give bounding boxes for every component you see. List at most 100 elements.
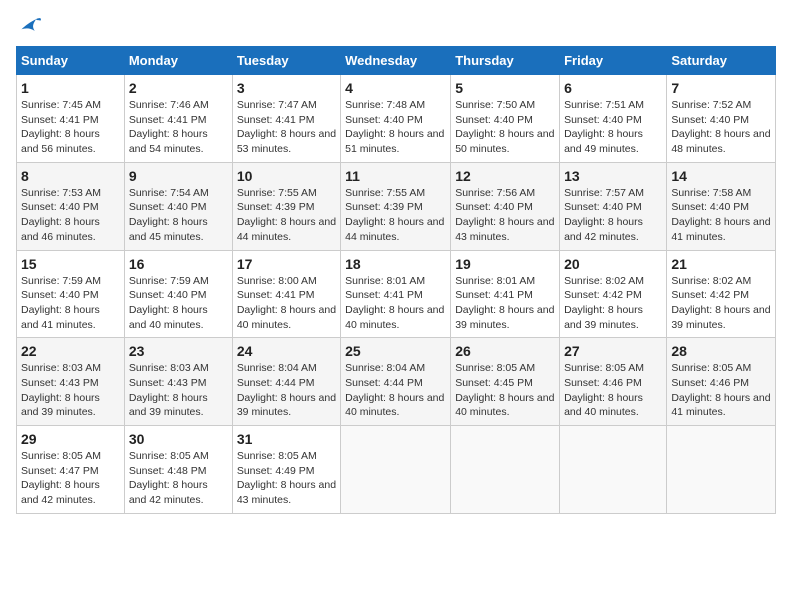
day-number: 10	[237, 168, 336, 184]
day-info: Sunrise: 7:56 AMSunset: 4:40 PMDaylight:…	[455, 186, 555, 245]
day-info: Sunrise: 7:58 AMSunset: 4:40 PMDaylight:…	[671, 186, 771, 245]
calendar-table: SundayMondayTuesdayWednesdayThursdayFrid…	[16, 46, 776, 514]
day-info: Sunrise: 7:46 AMSunset: 4:41 PMDaylight:…	[129, 98, 228, 157]
day-info: Sunrise: 8:05 AMSunset: 4:49 PMDaylight:…	[237, 449, 336, 508]
calendar-week-row: 29 Sunrise: 8:05 AMSunset: 4:47 PMDayligh…	[17, 426, 776, 514]
calendar-cell	[667, 426, 776, 514]
day-number: 29	[21, 431, 120, 447]
day-number: 7	[671, 80, 771, 96]
calendar-cell: 6 Sunrise: 7:51 AMSunset: 4:40 PMDaylight…	[560, 75, 667, 163]
day-number: 16	[129, 256, 228, 272]
day-number: 2	[129, 80, 228, 96]
day-info: Sunrise: 8:05 AMSunset: 4:46 PMDaylight:…	[671, 361, 771, 420]
day-number: 18	[345, 256, 446, 272]
day-number: 25	[345, 343, 446, 359]
day-number: 9	[129, 168, 228, 184]
day-number: 20	[564, 256, 662, 272]
day-header-friday: Friday	[560, 47, 667, 75]
day-number: 3	[237, 80, 336, 96]
day-number: 19	[455, 256, 555, 272]
calendar-cell: 10 Sunrise: 7:55 AMSunset: 4:39 PMDayligh…	[232, 162, 340, 250]
day-number: 5	[455, 80, 555, 96]
calendar-cell: 24Sunrise: 8:04 AMSunset: 4:44 PMDayligh…	[232, 338, 340, 426]
logo	[16, 16, 42, 34]
day-info: Sunrise: 8:04 AMSunset: 4:44 PMDaylight:…	[345, 361, 446, 420]
day-header-thursday: Thursday	[451, 47, 560, 75]
calendar-cell: 26Sunrise: 8:05 AMSunset: 4:45 PMDayligh…	[451, 338, 560, 426]
day-number: 23	[129, 343, 228, 359]
day-number: 24	[237, 343, 336, 359]
logo-bird-icon	[20, 16, 42, 34]
day-info: Sunrise: 7:45 AMSunset: 4:41 PMDaylight:…	[21, 98, 120, 157]
day-header-saturday: Saturday	[667, 47, 776, 75]
day-number: 21	[671, 256, 771, 272]
day-number: 1	[21, 80, 120, 96]
calendar-cell: 2 Sunrise: 7:46 AMSunset: 4:41 PMDaylight…	[124, 75, 232, 163]
calendar-cell: 22 Sunrise: 8:03 AMSunset: 4:43 PMDayligh…	[17, 338, 125, 426]
day-header-wednesday: Wednesday	[341, 47, 451, 75]
calendar-cell: 31Sunrise: 8:05 AMSunset: 4:49 PMDayligh…	[232, 426, 340, 514]
calendar-cell: 30 Sunrise: 8:05 AMSunset: 4:48 PMDayligh…	[124, 426, 232, 514]
day-info: Sunrise: 7:53 AMSunset: 4:40 PMDaylight:…	[21, 186, 120, 245]
calendar-cell: 4Sunrise: 7:48 AMSunset: 4:40 PMDaylight…	[341, 75, 451, 163]
day-info: Sunrise: 7:52 AMSunset: 4:40 PMDaylight:…	[671, 98, 771, 157]
calendar-cell: 16 Sunrise: 7:59 AMSunset: 4:40 PMDayligh…	[124, 250, 232, 338]
day-info: Sunrise: 7:55 AMSunset: 4:39 PMDaylight:…	[345, 186, 446, 245]
day-info: Sunrise: 8:02 AMSunset: 4:42 PMDaylight:…	[564, 274, 662, 333]
day-info: Sunrise: 7:50 AMSunset: 4:40 PMDaylight:…	[455, 98, 555, 157]
calendar-cell: 3 Sunrise: 7:47 AMSunset: 4:41 PMDaylight…	[232, 75, 340, 163]
day-number: 8	[21, 168, 120, 184]
day-number: 28	[671, 343, 771, 359]
calendar-week-row: 15 Sunrise: 7:59 AMSunset: 4:40 PMDayligh…	[17, 250, 776, 338]
day-info: Sunrise: 7:55 AMSunset: 4:39 PMDaylight:…	[237, 186, 336, 245]
calendar-cell: 29 Sunrise: 8:05 AMSunset: 4:47 PMDayligh…	[17, 426, 125, 514]
day-info: Sunrise: 8:03 AMSunset: 4:43 PMDaylight:…	[129, 361, 228, 420]
calendar-cell: 27Sunrise: 8:05 AMSunset: 4:46 PMDayligh…	[560, 338, 667, 426]
calendar-cell: 9 Sunrise: 7:54 AMSunset: 4:40 PMDaylight…	[124, 162, 232, 250]
calendar-week-row: 1 Sunrise: 7:45 AMSunset: 4:41 PMDaylight…	[17, 75, 776, 163]
day-number: 14	[671, 168, 771, 184]
day-info: Sunrise: 7:47 AMSunset: 4:41 PMDaylight:…	[237, 98, 336, 157]
day-number: 22	[21, 343, 120, 359]
day-info: Sunrise: 7:57 AMSunset: 4:40 PMDaylight:…	[564, 186, 662, 245]
page-header	[16, 16, 776, 34]
day-header-sunday: Sunday	[17, 47, 125, 75]
calendar-header-row: SundayMondayTuesdayWednesdayThursdayFrid…	[17, 47, 776, 75]
day-info: Sunrise: 7:48 AMSunset: 4:40 PMDaylight:…	[345, 98, 446, 157]
day-number: 26	[455, 343, 555, 359]
calendar-cell	[341, 426, 451, 514]
calendar-cell: 12 Sunrise: 7:56 AMSunset: 4:40 PMDayligh…	[451, 162, 560, 250]
calendar-cell: 17Sunrise: 8:00 AMSunset: 4:41 PMDayligh…	[232, 250, 340, 338]
calendar-cell: 1 Sunrise: 7:45 AMSunset: 4:41 PMDaylight…	[17, 75, 125, 163]
calendar-cell: 7 Sunrise: 7:52 AMSunset: 4:40 PMDaylight…	[667, 75, 776, 163]
calendar-week-row: 22 Sunrise: 8:03 AMSunset: 4:43 PMDayligh…	[17, 338, 776, 426]
day-number: 17	[237, 256, 336, 272]
day-info: Sunrise: 8:01 AMSunset: 4:41 PMDaylight:…	[455, 274, 555, 333]
day-number: 12	[455, 168, 555, 184]
calendar-cell: 8 Sunrise: 7:53 AMSunset: 4:40 PMDaylight…	[17, 162, 125, 250]
calendar-week-row: 8 Sunrise: 7:53 AMSunset: 4:40 PMDaylight…	[17, 162, 776, 250]
calendar-cell	[451, 426, 560, 514]
day-info: Sunrise: 7:51 AMSunset: 4:40 PMDaylight:…	[564, 98, 662, 157]
day-info: Sunrise: 8:05 AMSunset: 4:47 PMDaylight:…	[21, 449, 120, 508]
calendar-cell: 11 Sunrise: 7:55 AMSunset: 4:39 PMDayligh…	[341, 162, 451, 250]
calendar-cell: 19 Sunrise: 8:01 AMSunset: 4:41 PMDayligh…	[451, 250, 560, 338]
day-info: Sunrise: 7:59 AMSunset: 4:40 PMDaylight:…	[129, 274, 228, 333]
day-info: Sunrise: 8:03 AMSunset: 4:43 PMDaylight:…	[21, 361, 120, 420]
day-header-tuesday: Tuesday	[232, 47, 340, 75]
calendar-cell: 25 Sunrise: 8:04 AMSunset: 4:44 PMDayligh…	[341, 338, 451, 426]
day-number: 6	[564, 80, 662, 96]
calendar-cell: 14 Sunrise: 7:58 AMSunset: 4:40 PMDayligh…	[667, 162, 776, 250]
calendar-cell: 20 Sunrise: 8:02 AMSunset: 4:42 PMDayligh…	[560, 250, 667, 338]
day-info: Sunrise: 8:01 AMSunset: 4:41 PMDaylight:…	[345, 274, 446, 333]
day-info: Sunrise: 7:54 AMSunset: 4:40 PMDaylight:…	[129, 186, 228, 245]
calendar-cell: 18 Sunrise: 8:01 AMSunset: 4:41 PMDayligh…	[341, 250, 451, 338]
calendar-cell: 5 Sunrise: 7:50 AMSunset: 4:40 PMDaylight…	[451, 75, 560, 163]
day-header-monday: Monday	[124, 47, 232, 75]
day-info: Sunrise: 8:05 AMSunset: 4:48 PMDaylight:…	[129, 449, 228, 508]
day-number: 11	[345, 168, 446, 184]
day-number: 30	[129, 431, 228, 447]
day-number: 13	[564, 168, 662, 184]
day-info: Sunrise: 8:02 AMSunset: 4:42 PMDaylight:…	[671, 274, 771, 333]
day-number: 15	[21, 256, 120, 272]
